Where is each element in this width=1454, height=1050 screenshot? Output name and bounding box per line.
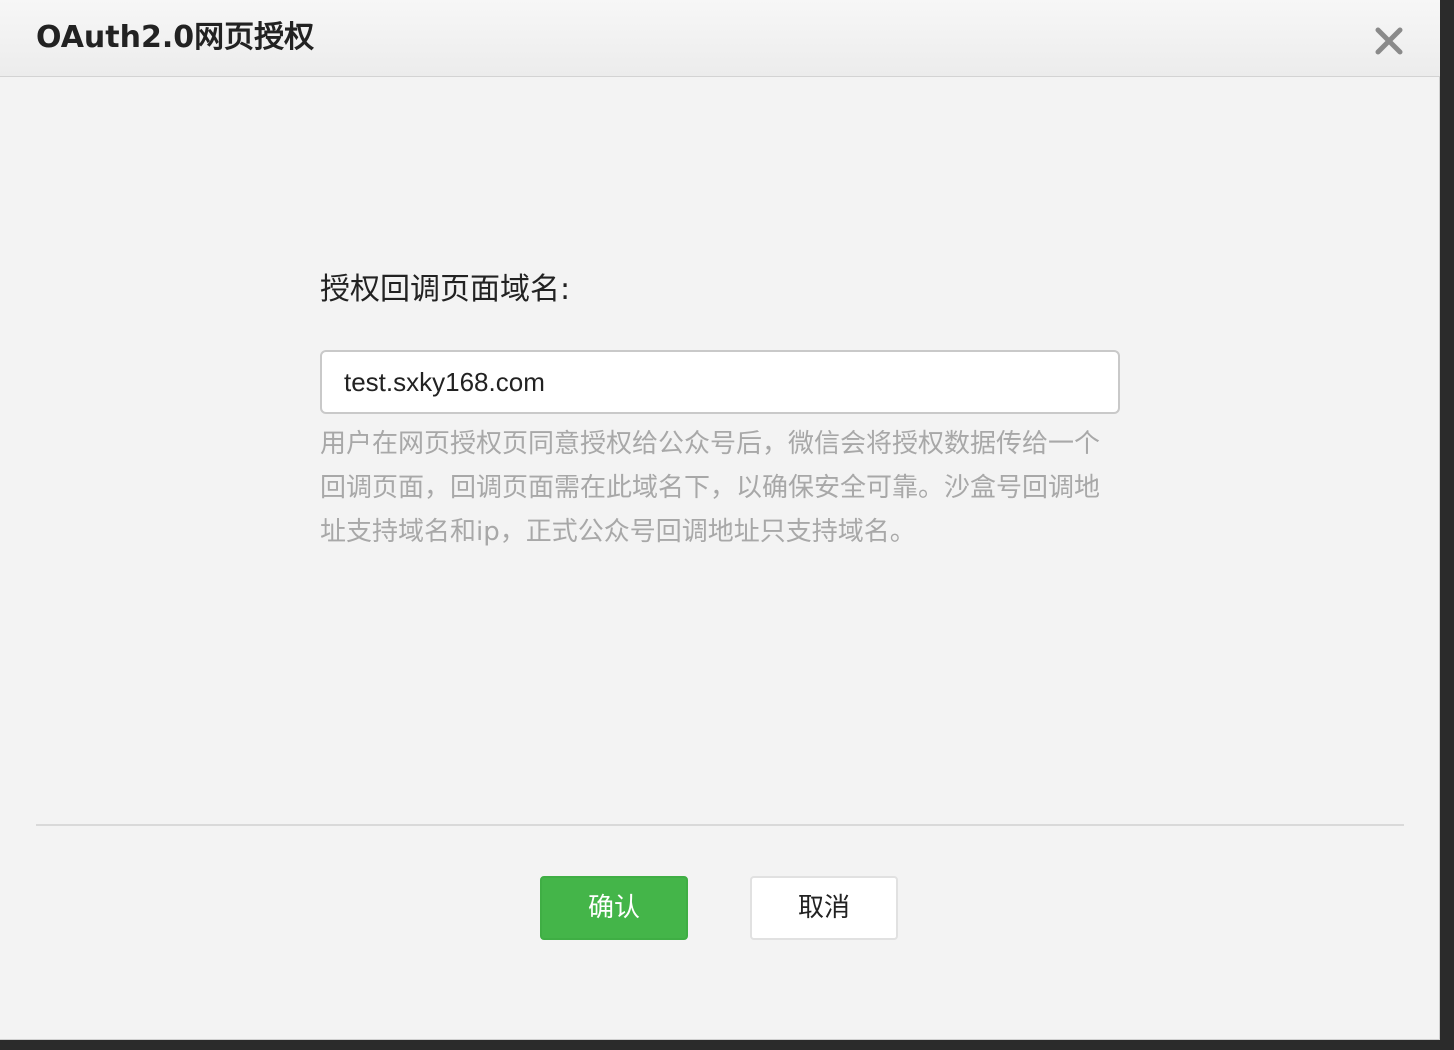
close-icon[interactable]: [1374, 26, 1404, 56]
cancel-button[interactable]: 取消: [750, 876, 898, 940]
oauth-dialog: OAuth2.0网页授权 授权回调页面域名: 用户在网页授权页同意授权给公众号后…: [0, 0, 1440, 1040]
confirm-button[interactable]: 确认: [540, 876, 688, 940]
domain-label: 授权回调页面域名:: [320, 272, 571, 307]
domain-input[interactable]: [320, 350, 1120, 414]
footer-divider: [36, 824, 1404, 826]
dialog-header: OAuth2.0网页授权: [0, 0, 1440, 77]
help-text: 用户在网页授权页同意授权给公众号后，微信会将授权数据传给一个回调页面，回调页面需…: [320, 429, 1101, 547]
dialog-title: OAuth2.0网页授权: [36, 20, 315, 55]
